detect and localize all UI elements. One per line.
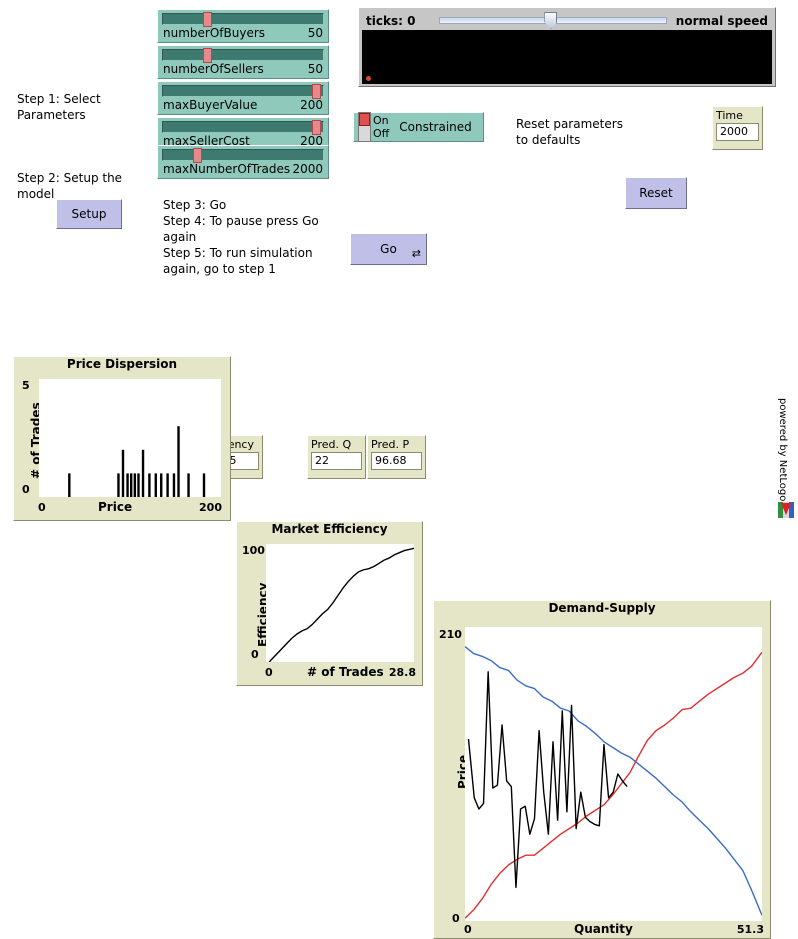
slider-track[interactable] (162, 84, 324, 99)
plot-canvas[interactable] (266, 544, 414, 662)
switch-off-label: Off (373, 127, 390, 140)
y-axis-min-label: 0 (22, 483, 30, 496)
speed-slider-handle[interactable] (544, 12, 558, 29)
monitor-label: Pred. Q (311, 438, 352, 451)
slider-name: maxBuyerValue (163, 98, 258, 112)
y-axis-max-label: 100 (242, 544, 265, 557)
monitor-pred-p: Pred. P 96.68 (367, 435, 426, 479)
speed-slider[interactable] (439, 12, 668, 29)
plot-demand-supply: Demand-Supply 210 0 Price 0 51.3 Quantit… (433, 600, 771, 939)
plot-canvas[interactable] (465, 627, 762, 921)
switch-on-label: On (373, 114, 389, 127)
go-button-label: Go (380, 242, 397, 256)
slider-value: 50 (307, 62, 323, 76)
setup-button-label: Setup (71, 207, 107, 221)
turtle-dot (366, 76, 371, 81)
slider-value: 2000 (292, 162, 323, 176)
slider-handle[interactable] (203, 12, 212, 27)
x-axis-max-label: 28.8 (388, 666, 416, 679)
forever-icon: ⇄ (411, 247, 421, 260)
step1-note: Step 1: Select Parameters (17, 92, 101, 122)
x-axis-min-label: 0 (464, 923, 472, 936)
x-axis-title: Price (98, 500, 133, 514)
slider-track[interactable] (162, 120, 324, 135)
monitor-pred-q: Pred. Q 22 (307, 435, 366, 479)
slider-name: numberOfBuyers (163, 26, 266, 40)
slider-numberofbuyers[interactable]: numberOfBuyers 50 (157, 9, 329, 43)
switch-label: Constrained (399, 120, 472, 134)
reset-button[interactable]: Reset (625, 177, 687, 209)
monitor-value: 2000 (716, 123, 759, 141)
market-efficiency-svg (268, 547, 414, 662)
plot-canvas[interactable] (39, 379, 221, 497)
switch-knob[interactable] (359, 113, 370, 126)
step2-note: Step 2: Setup the model (17, 171, 123, 201)
plot-title: Demand-Supply (548, 601, 656, 615)
y-axis-max-label: 5 (22, 379, 30, 392)
go-button[interactable]: Go ⇄ (350, 233, 427, 265)
switch-constrained[interactable]: On Off Constrained (353, 112, 484, 142)
slider-numberofsellers[interactable]: numberOfSellers 50 (157, 45, 329, 79)
slider-handle[interactable] (311, 120, 321, 135)
slider-track[interactable] (162, 48, 324, 63)
slider-handle[interactable] (193, 148, 203, 163)
monitor-time: Time 2000 (712, 106, 763, 150)
world-canvas[interactable] (362, 30, 772, 84)
slider-maxnumberoftrades[interactable]: maxNumberOfTrades 2000 (157, 145, 329, 179)
plot-title: Market Efficiency (271, 522, 388, 536)
y-axis-max-label: 210 (439, 628, 462, 641)
netlogo-logo-icon (778, 502, 794, 518)
y-axis-min-label: 0 (251, 648, 259, 661)
slider-value: 200 (300, 98, 323, 112)
reset-note: Reset parameters to defaults (516, 117, 623, 147)
demand-supply-svg (465, 646, 762, 919)
tick-counter: ticks: 0 (366, 13, 416, 28)
y-axis-min-label: 0 (452, 912, 460, 925)
plot-title: Price Dispersion (66, 357, 178, 371)
x-axis-title: # of Trades (307, 665, 384, 679)
slider-value: 50 (307, 26, 323, 40)
netlogo-credit-text: powered by NetLogo (777, 398, 788, 502)
x-axis-min-label: 0 (38, 501, 46, 514)
x-axis-title: Quantity (574, 922, 633, 936)
x-axis-max-label: 200 (199, 501, 222, 514)
steps-345-note: Step 3: Go Step 4: To pause press Go aga… (163, 198, 319, 276)
slider-maxbuyervalue[interactable]: maxBuyerValue 200 (157, 81, 329, 115)
slider-track[interactable] (162, 148, 324, 163)
switch-state-labels: On Off (373, 114, 389, 140)
reset-button-label: Reset (639, 186, 673, 200)
slider-name: numberOfSellers (163, 62, 264, 76)
monitor-label: Time (716, 109, 743, 122)
plot-market-efficiency: Market Efficiency 100 0 Efficiency 0 28.… (236, 521, 423, 686)
slider-track[interactable] (162, 12, 324, 27)
slider-handle[interactable] (311, 84, 321, 99)
price-dispersion-svg (68, 426, 206, 497)
plot-price-dispersion: Price Dispersion 5 0 # of Trades 0 200 P… (13, 356, 231, 521)
world-view-panel: ticks: 0 normal speed (358, 7, 776, 87)
monitor-value: 96.68 (371, 452, 422, 470)
speed-label: normal speed (675, 13, 768, 28)
x-axis-max-label: 51.3 (736, 923, 764, 936)
speed-bar: ticks: 0 normal speed (362, 11, 772, 30)
switch-lever[interactable] (358, 112, 371, 142)
setup-button[interactable]: Setup (56, 199, 122, 229)
slider-handle[interactable] (203, 48, 212, 63)
slider-name: maxNumberOfTrades (163, 162, 291, 176)
monitor-label: Pred. P (371, 438, 410, 451)
monitor-value: 22 (311, 452, 362, 470)
x-axis-min-label: 0 (265, 666, 273, 679)
